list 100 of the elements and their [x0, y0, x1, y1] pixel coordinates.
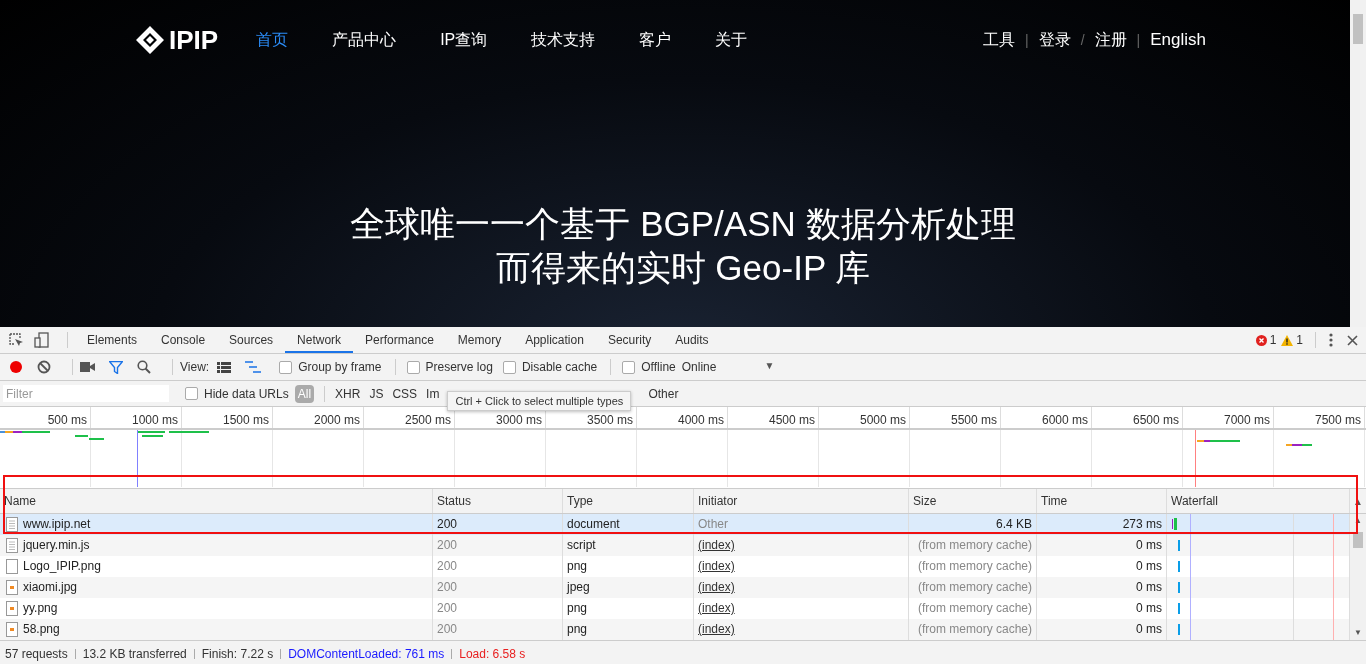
time-tick: 2000 ms: [273, 407, 364, 428]
time-tick: 6500 ms: [1092, 407, 1183, 428]
type-cell: png: [563, 619, 694, 640]
status-text: 13.2 KB transferred: [82, 647, 187, 661]
column-header[interactable]: Time: [1037, 489, 1167, 513]
separator: |: [1025, 32, 1029, 48]
checkbox-option[interactable]: Preserve log: [406, 360, 493, 374]
type-filter[interactable]: Im: [423, 384, 443, 403]
panel-tab[interactable]: Console: [149, 327, 218, 353]
checkbox-option[interactable]: Group by frame: [279, 360, 382, 374]
scrollbar[interactable]: [1350, 0, 1366, 327]
status-text: Load: 6.58 s: [459, 647, 526, 661]
initiator-link[interactable]: (index): [698, 601, 735, 615]
filter-icon[interactable]: [109, 360, 123, 374]
headline: 全球唯一一个基于 BGP/ASN 数据分析处理: [350, 203, 1016, 245]
nav-link[interactable]: 技术支持: [531, 29, 596, 51]
search-icon[interactable]: [137, 360, 151, 374]
time-tick: 7000 ms: [1183, 407, 1274, 428]
type-filter[interactable]: XHR: [332, 384, 364, 403]
request-name: Logo_IPIP.png: [23, 558, 101, 575]
time-cell: 0 ms: [1037, 619, 1167, 640]
waterfall-view-icon[interactable]: [245, 361, 262, 373]
list-view-icon[interactable]: [217, 361, 232, 373]
time-tick: 3000 ms: [455, 407, 546, 428]
logo-icon: [135, 25, 165, 55]
error-icon: [1255, 334, 1267, 346]
clear-icon[interactable]: [37, 360, 51, 374]
request-row[interactable]: www.ipip.net 200 document Other 6.4 KB 273 ms: [0, 514, 1350, 535]
nav-link[interactable]: 首页: [256, 29, 289, 51]
panel-tab[interactable]: Performance: [353, 327, 446, 353]
device-icon[interactable]: [34, 332, 50, 348]
close-icon[interactable]: [1347, 334, 1358, 346]
column-header[interactable]: Status: [433, 489, 563, 513]
account-link[interactable]: 工具: [983, 29, 1016, 51]
panel-tab[interactable]: Application: [513, 327, 596, 353]
size-cell: (from memory cache): [909, 619, 1037, 640]
file-icon: [6, 559, 18, 574]
throttling-dropdown[interactable]: Online ▼: [681, 360, 775, 374]
time-tick: 4000 ms: [637, 407, 728, 428]
status-text: 57 requests: [5, 647, 68, 661]
request-row[interactable]: xiaomi.jpg 200 jpeg (index) (from memory cache) 0 ms: [0, 577, 1350, 598]
time-tick: 4500 ms: [728, 407, 819, 428]
time-tick: 2500 ms: [364, 407, 455, 428]
type-filter[interactable]: Other: [645, 384, 682, 403]
nav-link[interactable]: 关于: [715, 29, 748, 51]
image-file-icon: [6, 601, 18, 616]
document-icon: [6, 517, 18, 532]
initiator-link[interactable]: (index): [698, 538, 735, 552]
panel-tab[interactable]: Security: [595, 327, 664, 353]
time-tick: 3500 ms: [546, 407, 637, 428]
warning-count: 1: [1296, 333, 1303, 347]
image-file-icon: [6, 580, 18, 595]
warning-icon: [1281, 334, 1294, 346]
logo-text[interactable]: IPIP: [169, 24, 219, 56]
account-link[interactable]: 登录: [1038, 29, 1071, 51]
type-filter[interactable]: CSS: [389, 384, 421, 403]
request-row[interactable]: jquery.min.js 200 script (index) (from memory cache) 0 ms: [0, 535, 1350, 556]
status-cell: 200: [433, 619, 563, 640]
camera-icon[interactable]: [80, 362, 95, 372]
status-text: Finish: 7.22 s: [201, 647, 274, 661]
view-label: View:: [180, 360, 210, 374]
request-row[interactable]: 58.png 200 png (index) (from memory cache) 0 ms: [0, 619, 1350, 640]
nav-link[interactable]: 产品中心: [332, 29, 397, 51]
request-name: yy.png: [23, 600, 58, 617]
account-link[interactable]: English: [1150, 30, 1206, 50]
more-menu-icon[interactable]: [1329, 333, 1333, 347]
request-name: www.ipip.net: [23, 516, 91, 533]
request-name: jquery.min.js: [23, 537, 90, 554]
column-header[interactable]: Initiator: [694, 489, 909, 513]
time-tick: 5000 ms: [819, 407, 910, 428]
time-tick: 1500 ms: [182, 407, 273, 428]
initiator-link[interactable]: (index): [698, 580, 735, 594]
column-header[interactable]: Waterfall: [1167, 489, 1350, 513]
time-tick: 500 ms: [0, 407, 91, 428]
column-header[interactable]: Name: [0, 489, 433, 513]
column-header[interactable]: Size: [909, 489, 1037, 513]
separator: /: [1080, 32, 1085, 48]
panel-tab[interactable]: Memory: [445, 327, 514, 353]
panel-tab[interactable]: Audits: [663, 327, 721, 353]
status-text: DOMContentLoaded: 761 ms: [288, 647, 445, 661]
panel-tab[interactable]: Elements: [75, 327, 150, 353]
checkbox-option[interactable]: Offline: [622, 360, 676, 374]
initiator-link[interactable]: (index): [698, 622, 735, 636]
initiator-link[interactable]: (index): [698, 559, 735, 573]
request-name: xiaomi.jpg: [23, 579, 78, 596]
account-link[interactable]: 注册: [1094, 29, 1127, 51]
inspect-icon[interactable]: [8, 332, 24, 348]
record-button[interactable]: [9, 360, 23, 374]
checkbox-option[interactable]: Hide data URLs: [185, 386, 289, 401]
separator: |: [1136, 32, 1141, 48]
filter-field[interactable]: Filter: [3, 385, 169, 402]
document-icon: [6, 538, 18, 553]
nav-link[interactable]: 客户: [639, 29, 672, 51]
column-header[interactable]: Type: [563, 489, 694, 513]
panel-tab[interactable]: Sources: [217, 327, 286, 353]
time-tick: 1000 ms: [91, 407, 182, 428]
headline: 而得来的实时 Geo-IP 库: [495, 247, 871, 289]
type-filter[interactable]: JS: [366, 384, 387, 403]
checkbox-option[interactable]: Disable cache: [502, 360, 598, 374]
nav-link[interactable]: IP查询: [440, 29, 488, 51]
